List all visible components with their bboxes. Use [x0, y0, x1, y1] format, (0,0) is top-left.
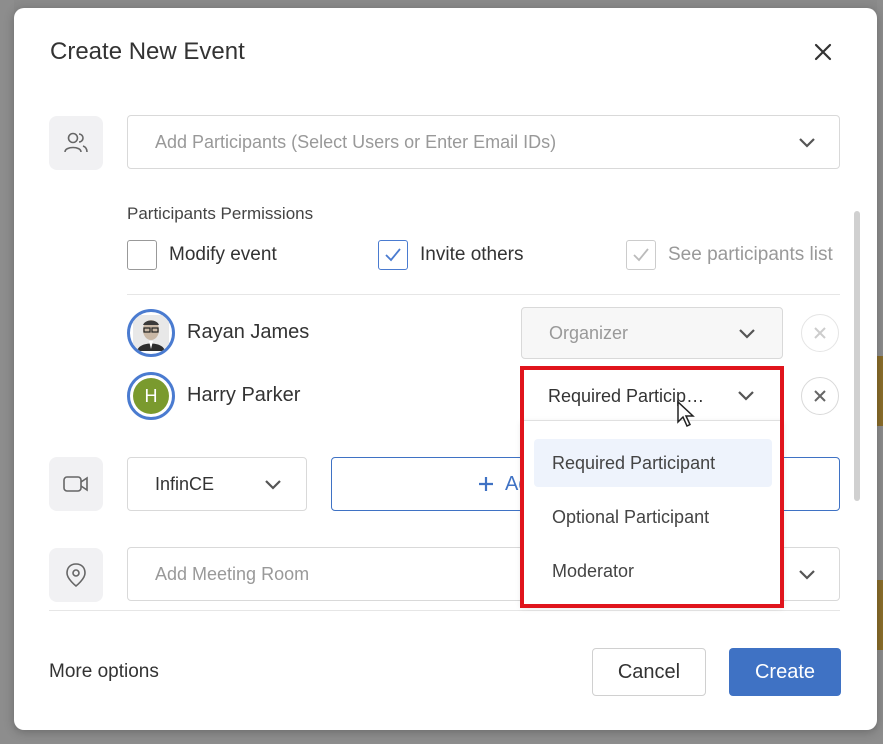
cancel-button[interactable]: Cancel — [592, 648, 706, 696]
checkmark-icon — [633, 248, 649, 262]
chevron-down-icon[interactable] — [798, 569, 816, 581]
user-photo — [133, 315, 169, 351]
video-icon-tile — [49, 457, 103, 511]
dialog-title: Create New Event — [50, 38, 245, 65]
see-participants-label: See participants list — [668, 244, 833, 265]
role-select-disabled: Organizer — [521, 307, 783, 359]
meeting-room-placeholder: Add Meeting Room — [155, 563, 310, 584]
close-icon — [814, 327, 826, 339]
invite-others-label: Invite others — [420, 244, 524, 265]
background-app-left — [0, 0, 14, 744]
plus-icon — [479, 477, 493, 491]
meeting-provider-select[interactable]: InfinCE — [127, 457, 307, 511]
participant-name: Harry Parker — [187, 384, 301, 406]
participant-name: Rayan James — [187, 321, 310, 343]
divider — [49, 610, 840, 611]
video-camera-icon — [63, 476, 88, 492]
chevron-down-icon — [739, 329, 755, 339]
avatar-initial: H — [133, 378, 169, 414]
divider — [127, 294, 840, 295]
more-options-link[interactable]: More options — [49, 661, 159, 683]
chevron-down-icon[interactable] — [798, 137, 816, 149]
checkmark-icon — [385, 248, 401, 262]
avatar: H — [127, 372, 175, 420]
highlight-annotation — [520, 366, 784, 608]
modify-event-checkbox[interactable] — [127, 240, 157, 270]
chevron-down-icon[interactable] — [264, 479, 282, 491]
avatar — [127, 309, 175, 357]
modify-event-label: Modify event — [169, 244, 277, 265]
remove-participant-button[interactable] — [801, 377, 839, 415]
participants-icon-tile — [49, 116, 103, 170]
participants-input[interactable]: Add Participants (Select Users or Enter … — [127, 115, 840, 169]
meeting-provider-value: InfinCE — [155, 473, 215, 494]
scrollbar[interactable] — [854, 96, 860, 611]
scrollbar-thumb[interactable] — [854, 211, 860, 501]
close-icon — [814, 390, 826, 402]
role-select-value: Organizer — [549, 322, 629, 343]
mouse-cursor-icon — [677, 400, 695, 428]
background-accent — [877, 356, 883, 426]
background-app-bottom — [0, 730, 883, 744]
create-event-dialog: Create New Event Add Participants (Selec… — [14, 8, 877, 730]
permissions-title: Participants Permissions — [127, 204, 314, 223]
participants-placeholder: Add Participants (Select Users or Enter … — [155, 131, 557, 152]
close-icon[interactable] — [811, 40, 835, 64]
remove-participant-button — [801, 314, 839, 352]
see-participants-checkbox — [626, 240, 656, 270]
create-button[interactable]: Create — [729, 648, 841, 696]
location-pin-icon — [66, 563, 86, 588]
location-icon-tile — [49, 548, 103, 602]
users-icon — [64, 132, 88, 153]
background-accent — [877, 580, 883, 650]
invite-others-checkbox[interactable] — [378, 240, 408, 270]
